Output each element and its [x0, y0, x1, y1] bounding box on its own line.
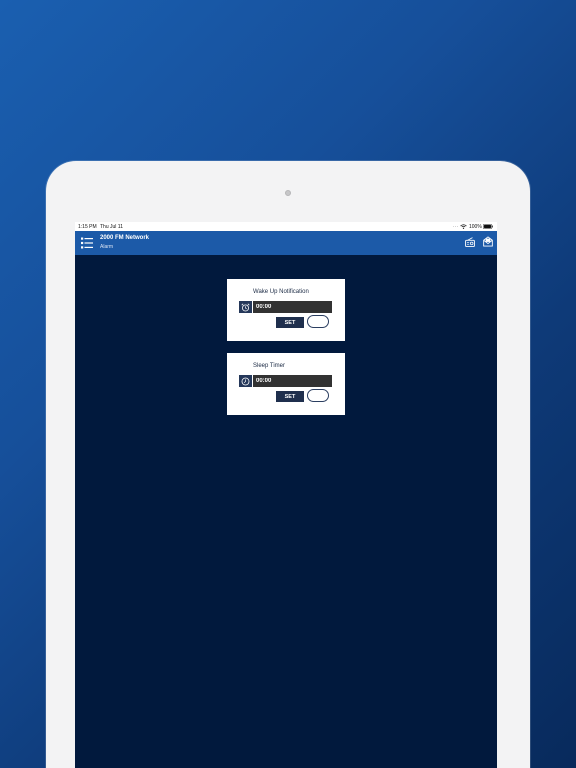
battery-percent: 100%	[469, 224, 482, 230]
sleep-set-button[interactable]: SET	[276, 391, 304, 402]
wifi-icon	[460, 224, 467, 229]
sleep-toggle[interactable]	[307, 389, 329, 402]
sleep-timer-title: Sleep Timer	[253, 363, 286, 369]
sleep-timer-card: Sleep Timer SET	[227, 353, 345, 415]
page-subtitle: Alarm	[100, 244, 114, 250]
menu-icon[interactable]	[81, 237, 93, 249]
wake-up-card: Wake Up Notification SET	[227, 279, 345, 341]
alarm-icon-box	[239, 301, 252, 313]
wake-toggle-knob	[310, 318, 317, 325]
clock-icon-box	[239, 375, 252, 387]
app-header: 2000 FM Network Alarm	[75, 231, 497, 255]
wake-toggle[interactable]	[307, 315, 329, 328]
status-date: Thu Jul 11	[100, 224, 123, 230]
radio-icon[interactable]	[465, 237, 475, 247]
battery-icon	[483, 224, 493, 229]
promo-background: 1:15 PM Thu Jul 11 ... 100% 2000 FM Netw…	[0, 0, 576, 768]
wake-time-input[interactable]	[253, 301, 332, 313]
app-title: 2000 FM Network	[100, 235, 150, 241]
wake-set-button[interactable]: SET	[276, 317, 304, 328]
alarm-clock-icon	[241, 303, 250, 311]
sleep-time-input[interactable]	[253, 375, 332, 387]
app-screen: 1:15 PM Thu Jul 11 ... 100% 2000 FM Netw…	[75, 222, 497, 768]
tablet-frame: 1:15 PM Thu Jul 11 ... 100% 2000 FM Netw…	[46, 161, 530, 768]
camera-icon	[285, 190, 291, 196]
clock-icon	[241, 377, 250, 385]
sleep-toggle-knob	[310, 392, 317, 399]
status-bar: 1:15 PM Thu Jul 11 ... 100%	[75, 222, 497, 231]
status-time: 1:15 PM	[78, 224, 97, 230]
status-dots: ...	[453, 223, 459, 229]
wake-up-title: Wake Up Notification	[253, 289, 309, 295]
mail-icon[interactable]	[483, 236, 493, 247]
